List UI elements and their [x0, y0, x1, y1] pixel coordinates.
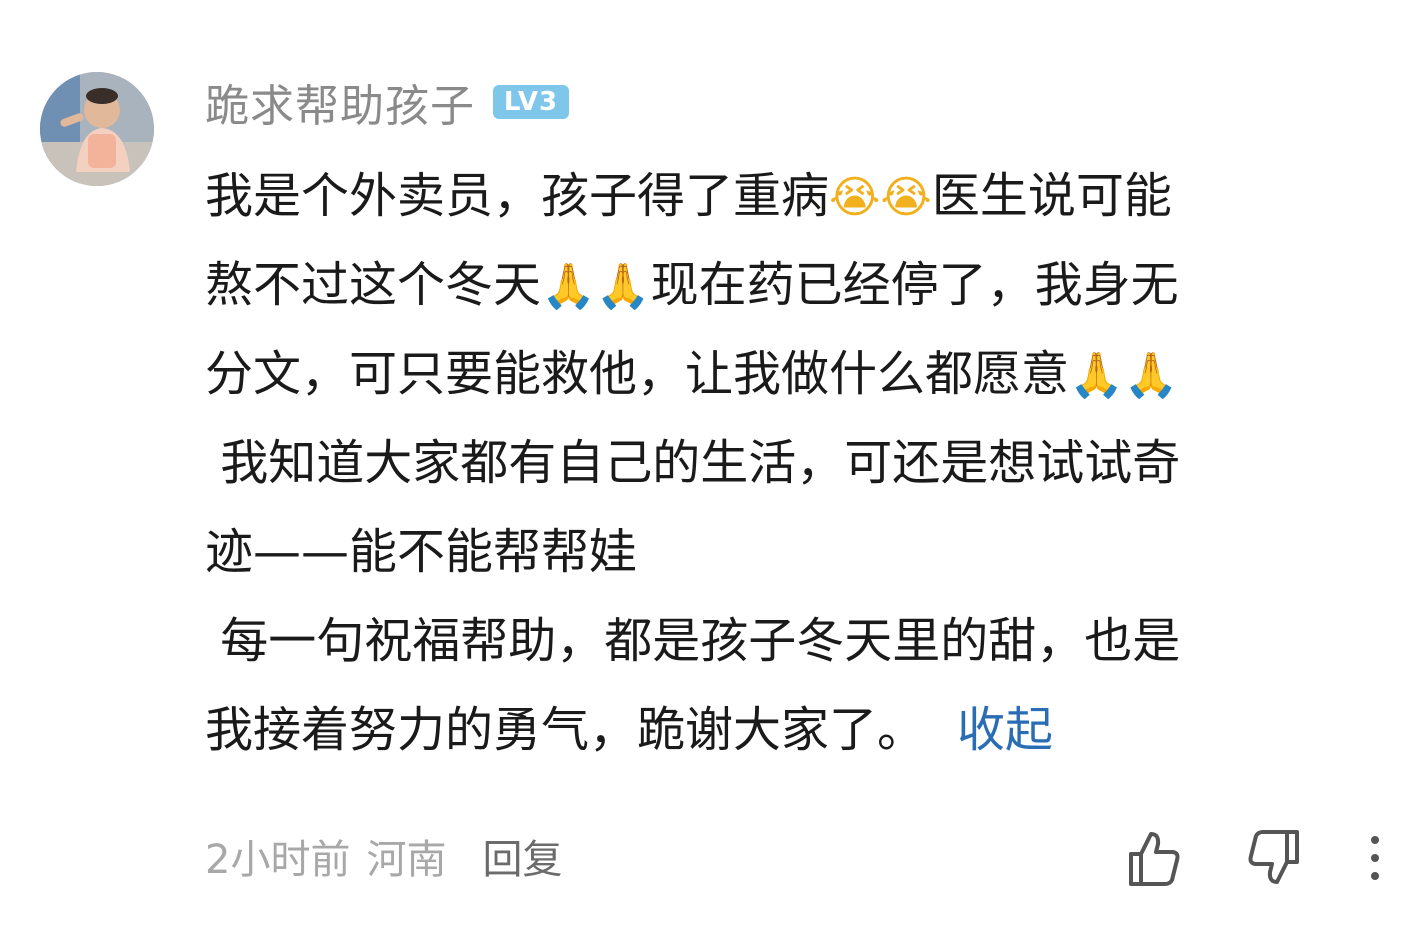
avatar-photo	[40, 72, 154, 186]
more-vertical-icon[interactable]	[1360, 828, 1390, 888]
level-badge: LV3	[493, 85, 569, 119]
timestamp: 2小时前	[205, 837, 351, 883]
location: 河南	[366, 837, 447, 883]
praying-hands-emoji-icon: 🙏🙏	[1069, 350, 1179, 401]
comment-line: 熬不过这个冬天🙏🙏现在药已经停了，我身无	[205, 241, 1365, 330]
comment-line: 分文，可只要能救他，让我做什么都愿意🙏🙏	[205, 330, 1365, 419]
comment-footer: 2小时前 河南 回复	[205, 826, 562, 886]
comment-line: 每一句祝福帮助，都是孩子冬天里的甜，也是	[205, 613, 1181, 669]
comment-line: 我是个外卖员，孩子得了重病😭😭医生说可能	[205, 152, 1365, 241]
comment-text: 我是个外卖员，孩子得了重病😭😭医生说可能 熬不过这个冬天🙏🙏现在药已经停了，我身…	[205, 152, 1365, 775]
collapse-link[interactable]: 收起	[957, 702, 1053, 758]
crying-emoji-icon: 😭😭	[829, 172, 932, 223]
avatar[interactable]	[40, 72, 154, 186]
user-header: 跪求帮助孩子 LV3	[205, 74, 569, 132]
reply-button[interactable]: 回复	[482, 827, 562, 885]
thumb-down-icon[interactable]	[1245, 828, 1305, 888]
comment-line: 迹——能不能帮帮娃	[205, 524, 638, 580]
praying-hands-emoji-icon: 🙏🙏	[541, 261, 651, 312]
thumb-up-icon[interactable]	[1123, 828, 1183, 888]
comment-line: 我知道大家都有自己的生活，可还是想试试奇	[205, 435, 1181, 491]
username[interactable]: 跪求帮助孩子	[205, 70, 475, 134]
comment-card: 跪求帮助孩子 LV3 我是个外卖员，孩子得了重病😭😭医生说可能 熬不过这个冬天🙏…	[0, 0, 1427, 931]
comment-line: 我接着努力的勇气，跪谢大家了。 收起	[205, 702, 1054, 758]
